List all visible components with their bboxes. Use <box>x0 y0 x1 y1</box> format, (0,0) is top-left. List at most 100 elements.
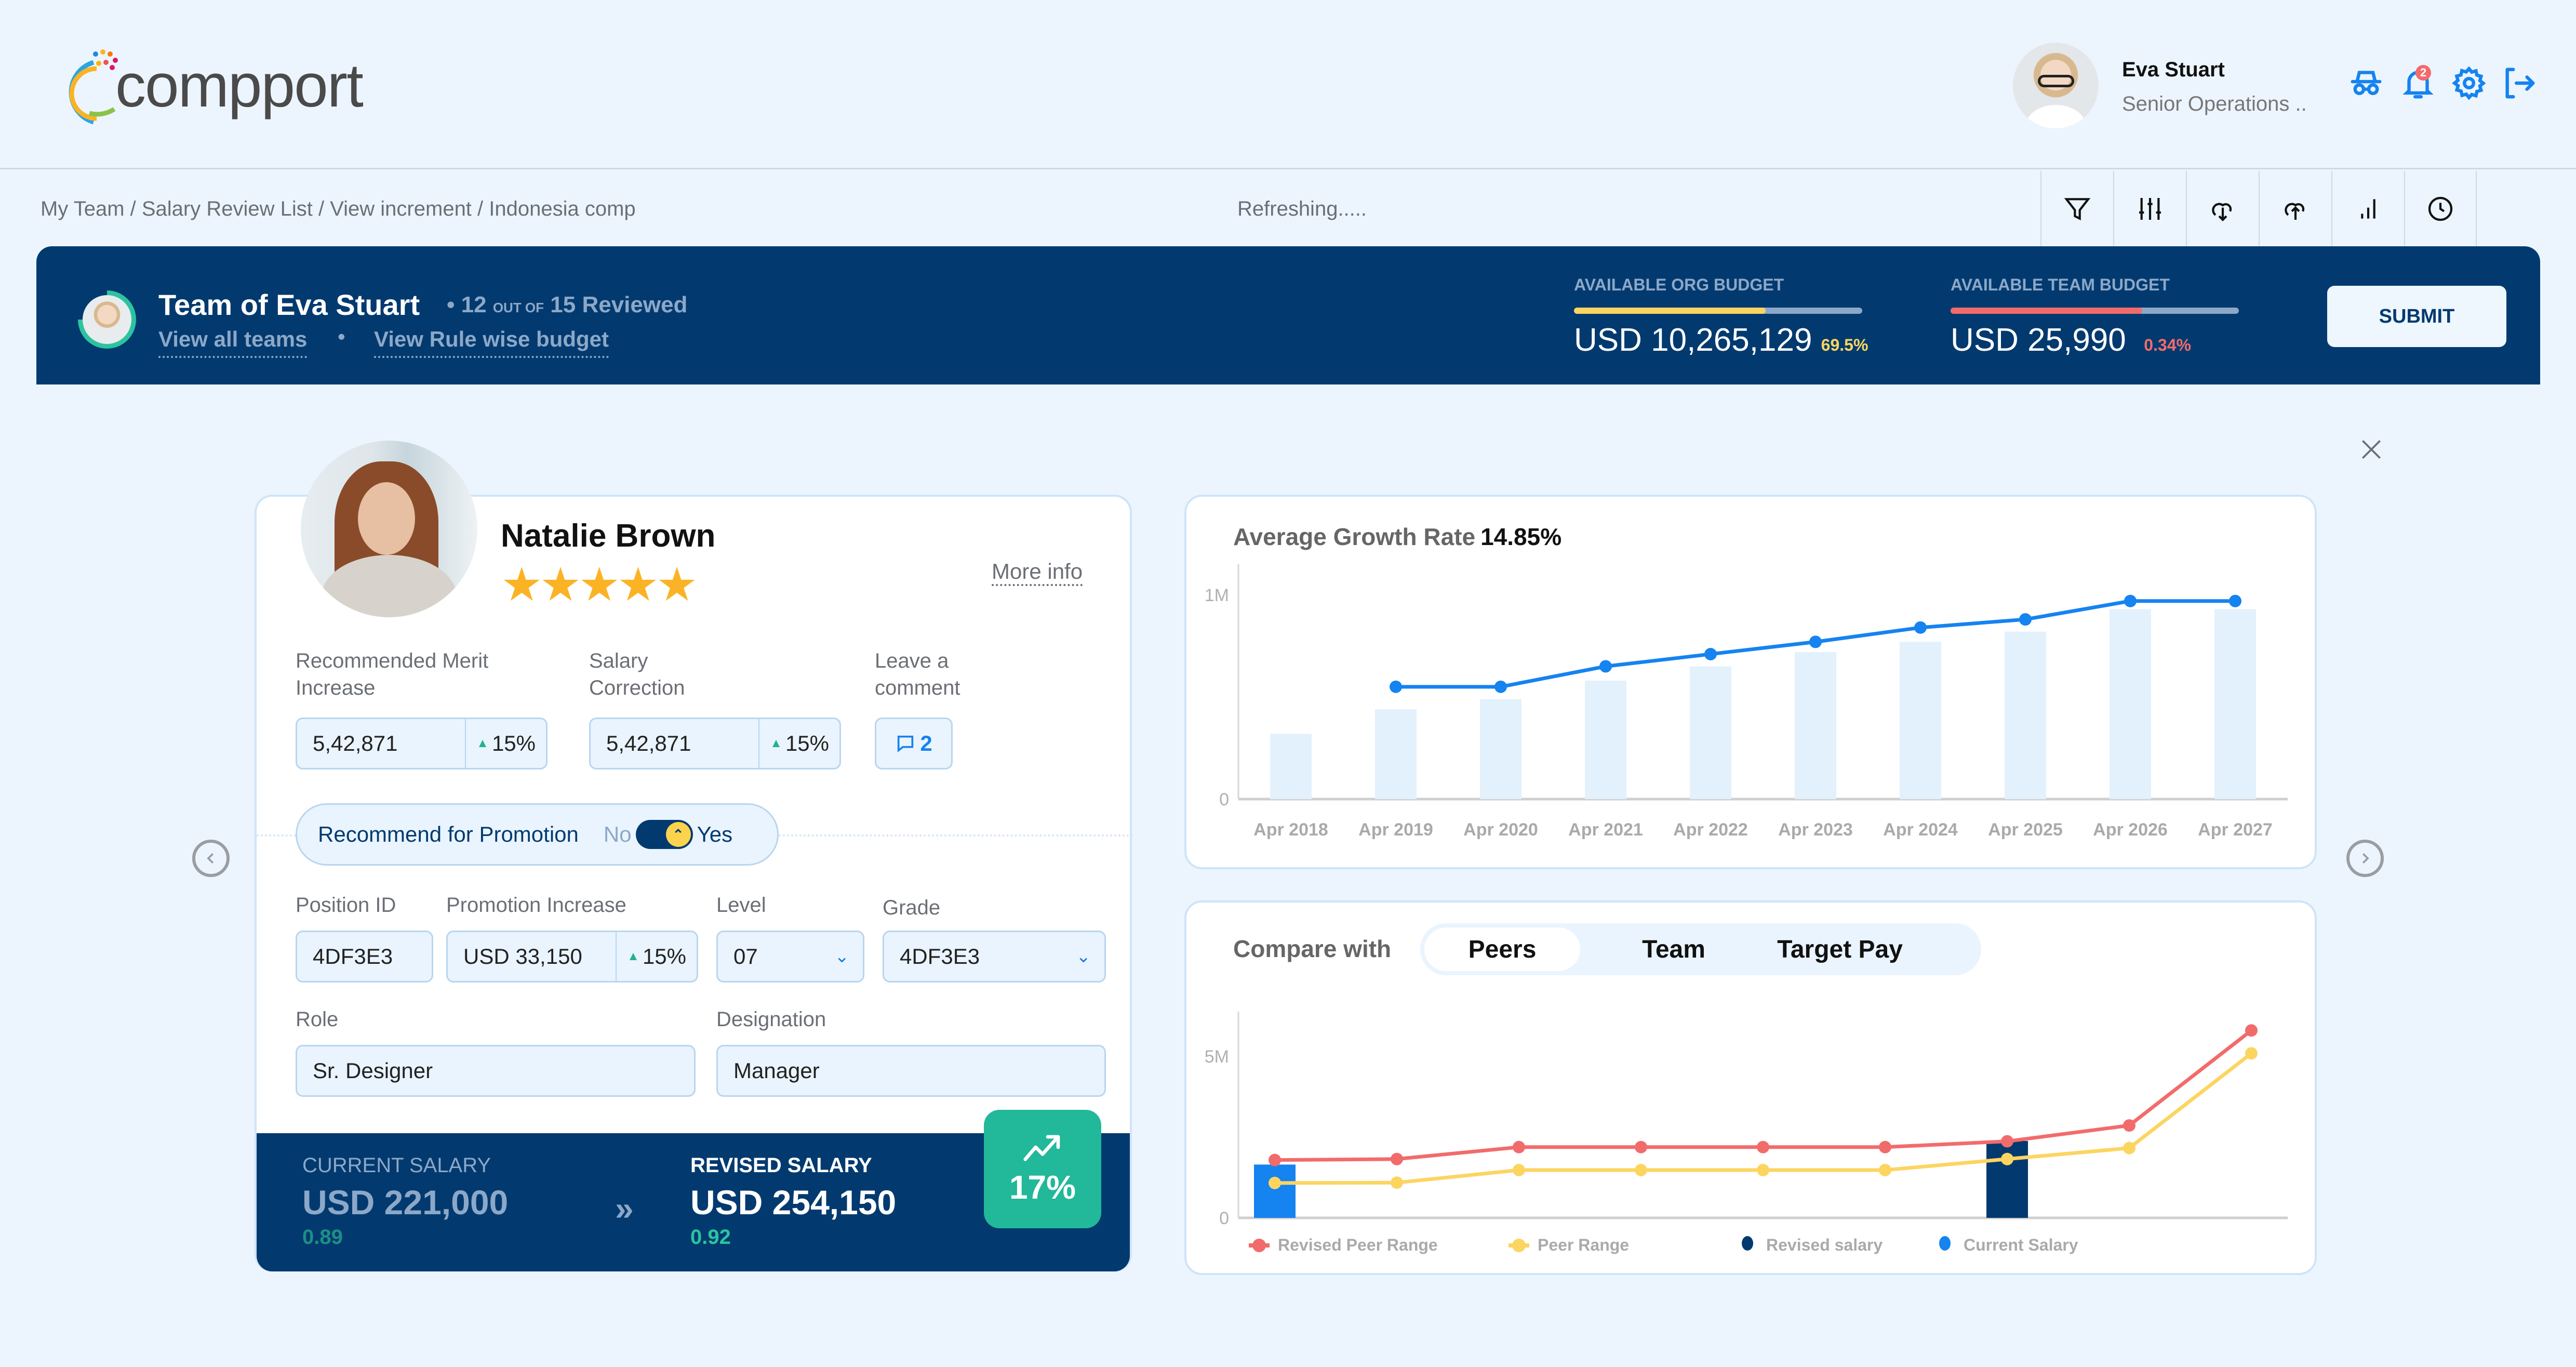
compport-logo[interactable]: compport <box>62 44 364 127</box>
merit-label: Recommended Merit Increase <box>296 649 489 699</box>
team-banner: Team of Eva Stuart • 12 OUT OF 15 Review… <box>36 246 2540 384</box>
bar <box>1795 652 1836 799</box>
promotion-toggle[interactable]: ⌃ <box>635 820 693 849</box>
org-budget-value: USD 10,265,129 69.5% <box>1574 322 1868 358</box>
correction-label: Salary Correction <box>589 649 685 699</box>
line-point <box>1757 1163 1769 1176</box>
line-point <box>1635 1163 1647 1176</box>
promotion-increase-input[interactable]: USD 33,150 ▲ 15% <box>446 931 698 983</box>
x-tick-label: Apr 2019 <box>1358 820 1433 840</box>
view-all-teams-link[interactable]: View all teams <box>158 327 308 358</box>
merit-value: 5,42,871 <box>313 731 398 755</box>
next-employee-button[interactable] <box>2346 840 2384 877</box>
previous-employee-button[interactable] <box>192 840 230 877</box>
grade-label: Grade <box>883 896 941 919</box>
legend-marker <box>1512 1239 1526 1252</box>
chevron-down-icon: ⌄ <box>834 947 850 966</box>
line-point <box>1513 1140 1525 1153</box>
status-text: Refreshing..... <box>1237 197 1367 220</box>
position-id-input[interactable]: 4DF3E3 <box>296 931 433 983</box>
breadcrumb[interactable]: My Team / Salary Review List / View incr… <box>41 197 636 221</box>
role-input[interactable]: Sr. Designer <box>296 1045 696 1097</box>
chevron-left-icon <box>207 853 214 864</box>
designation-label: Designation <box>716 1008 826 1031</box>
x-tick-label: Apr 2022 <box>1673 820 1748 840</box>
user-avatar[interactable] <box>2013 43 2099 128</box>
line-point <box>1391 1152 1403 1165</box>
bar <box>1690 666 1731 799</box>
promotion-yes-label: Yes <box>697 822 733 846</box>
current-salary-label: CURRENT SALARY <box>302 1154 491 1177</box>
x-tick-label: Apr 2018 <box>1253 820 1328 840</box>
team-budget-label: AVAILABLE TEAM BUDGET <box>1951 275 2170 294</box>
increase-percent: 17% <box>1009 1169 1076 1206</box>
up-triangle-icon: ▲ <box>770 736 782 750</box>
grade-select[interactable]: 4DF3E3 ⌄ <box>883 931 1106 983</box>
team-budget-bar-fill <box>1951 308 2143 314</box>
legend-marker <box>1742 1236 1753 1251</box>
designation-input[interactable]: Manager <box>716 1045 1106 1097</box>
notification-badge: 2 <box>2415 65 2431 81</box>
submit-button[interactable]: SUBMIT <box>2327 286 2506 347</box>
star-rating[interactable]: ★★★★★ <box>501 562 698 608</box>
line-point <box>1599 660 1612 673</box>
history-button[interactable] <box>2404 171 2477 246</box>
line-point <box>1757 1140 1769 1153</box>
x-tick-label: Apr 2024 <box>1883 820 1958 840</box>
x-tick-label: Apr 2027 <box>2198 820 2273 840</box>
current-salary-ratio: 0.89 <box>302 1226 343 1249</box>
line-point <box>1390 680 1402 693</box>
org-budget-bar <box>1574 308 1862 314</box>
close-icon[interactable] <box>2358 436 2384 462</box>
gear-icon[interactable] <box>2451 65 2487 101</box>
y-tick-label: 0 <box>1219 790 1229 809</box>
cloud-download-icon <box>2212 203 2232 221</box>
bell-icon[interactable]: 2 <box>2400 65 2436 101</box>
download-button[interactable] <box>2186 171 2259 246</box>
adjust-button[interactable] <box>2113 171 2186 246</box>
revised-salary-value: USD 254,150 <box>690 1183 897 1222</box>
y-tick-label: 1M <box>1205 586 1229 605</box>
legend-label: Current Salary <box>1964 1236 2078 1254</box>
x-tick-label: Apr 2021 <box>1568 820 1643 840</box>
line-point <box>2123 1142 2135 1154</box>
comment-button[interactable]: 2 <box>875 718 953 769</box>
compare-chart: 0 5M Revised Peer Range Peer Range Revised s… <box>1205 1012 2288 1254</box>
correction-input[interactable]: 5,42,871 ▲ 15% <box>589 718 841 769</box>
level-select[interactable]: 07 ⌄ <box>716 931 864 983</box>
user-name: Eva Stuart <box>2122 58 2225 81</box>
trending-up-icon <box>1023 1135 1060 1161</box>
x-tick-label: Apr 2023 <box>1778 820 1853 840</box>
incognito-icon[interactable] <box>2348 65 2384 101</box>
chevron-right-icon <box>2362 853 2369 864</box>
series-line <box>1274 1052 2253 1185</box>
link-separator: • <box>338 324 345 349</box>
promotion-no-label: No <box>603 822 632 846</box>
promotion-label: Recommend for Promotion <box>318 822 579 846</box>
current-salary-value: USD 221,000 <box>302 1183 509 1222</box>
line-point <box>1391 1176 1403 1189</box>
view-rule-budget-link[interactable]: View Rule wise budget <box>374 327 609 358</box>
series-line <box>1274 1029 2253 1162</box>
merit-input[interactable]: 5,42,871 ▲ 15% <box>296 718 548 769</box>
stats-button[interactable] <box>2331 171 2404 246</box>
line-point <box>2229 594 2241 607</box>
filter-button[interactable] <box>2040 171 2113 246</box>
team-avatar <box>78 290 136 349</box>
bar <box>1375 709 1417 799</box>
revised-salary-ratio: 0.92 <box>690 1226 731 1249</box>
org-budget-percent: 69.5% <box>1821 336 1868 354</box>
double-chevron-up-icon: ⌃ <box>665 822 691 847</box>
cloud-upload-icon <box>2285 203 2305 220</box>
more-info-link[interactable]: More info <box>992 559 1083 586</box>
line-point <box>2001 1152 2013 1165</box>
double-chevron-right-icon: » <box>615 1190 634 1227</box>
logout-icon[interactable] <box>2501 65 2538 101</box>
x-tick-label: Apr 2026 <box>2093 820 2168 840</box>
line-point <box>2245 1024 2258 1037</box>
logo-text: compport <box>115 51 364 120</box>
bar <box>1480 699 1521 799</box>
y-tick-label: 0 <box>1219 1209 1229 1228</box>
bar <box>2005 631 2046 799</box>
upload-button[interactable] <box>2259 171 2331 246</box>
